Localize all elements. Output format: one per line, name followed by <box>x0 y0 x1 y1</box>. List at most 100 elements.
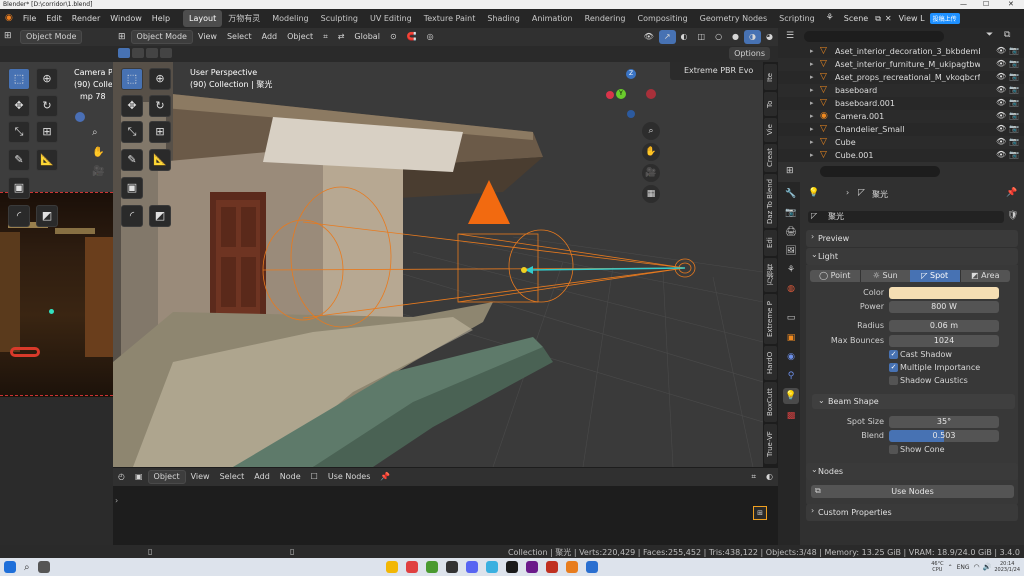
editor-type-icon[interactable]: ⊞ <box>4 31 12 41</box>
outliner-item-name[interactable]: Cube <box>835 138 980 147</box>
proportional-icon[interactable]: ◎ <box>422 30 439 44</box>
menu-window[interactable]: Window <box>105 9 147 28</box>
blender-logo-icon[interactable]: ◉ <box>0 9 18 28</box>
max-bounces-field[interactable]: 1024 <box>889 335 999 347</box>
shader-type-icon[interactable]: ▣ <box>130 470 148 484</box>
texture-tab-icon[interactable]: ▩ <box>783 408 799 424</box>
menu-help[interactable]: Help <box>147 9 175 28</box>
properties-search-input[interactable] <box>820 166 940 177</box>
file-explorer-icon[interactable] <box>386 561 399 573</box>
app-blue-icon[interactable] <box>586 561 599 573</box>
ortho-toggle-icon[interactable]: ▦ <box>642 185 660 203</box>
close-button[interactable]: ✕ <box>1008 0 1014 9</box>
datablock-browse-icon[interactable]: ◸ <box>811 211 817 220</box>
transform-orientation-icon[interactable]: ⇄ <box>333 30 350 44</box>
menu-render[interactable]: Render <box>67 9 105 28</box>
move-tool[interactable]: ✥ <box>121 95 143 117</box>
light-type-point[interactable]: ◯ Point <box>810 270 860 282</box>
bevel-tool[interactable]: ◜ <box>121 205 143 227</box>
tab-scripting[interactable]: Scripting <box>773 10 821 27</box>
rotate-tool[interactable]: ↻ <box>149 95 171 117</box>
show-cone-checkbox[interactable] <box>889 445 898 454</box>
outliner-item-name[interactable]: baseboard.001 <box>835 99 980 108</box>
power-field[interactable]: 800 W <box>889 301 999 313</box>
snap-node-icon[interactable]: ⌗ <box>747 470 762 484</box>
multiple-importance-checkbox[interactable]: ✓ <box>889 363 898 372</box>
outliner-row[interactable]: ▸ ▽ Cube.001 👁 📷 <box>778 149 1024 162</box>
render-camera-icon[interactable]: 📷 <box>1009 111 1019 120</box>
nodes-expand-icon[interactable]: ⌄ <box>811 465 818 474</box>
node-sidebar-icon[interactable]: ⊞ <box>753 506 767 520</box>
steam-icon[interactable] <box>446 561 459 573</box>
minimize-button[interactable]: — <box>960 0 967 9</box>
select-mode-subtract-icon[interactable] <box>146 48 158 58</box>
node-editor-canvas[interactable]: › ⊞ <box>113 486 778 545</box>
outliner-item-name[interactable]: Chandelier_Small <box>835 125 980 134</box>
outliner-row[interactable]: ▸ ▽ Aset_props_recreational_M_vkoqbcrfa_LC… <box>778 71 1024 84</box>
modifier-tab-icon[interactable]: ◉ <box>783 349 799 365</box>
blend-slider[interactable]: 0.503 <box>889 430 999 442</box>
visibility-eye-icon[interactable]: 👁 <box>996 46 1006 55</box>
left-mode-select[interactable]: Object Mode <box>20 30 83 44</box>
shading-wire-icon[interactable]: ○ <box>710 30 727 44</box>
tab-create[interactable]: Creat <box>764 144 777 172</box>
input-language[interactable]: ENG <box>957 564 970 571</box>
clock[interactable]: 20:14 2023/1/24 <box>994 561 1020 573</box>
tab-true-vfx[interactable]: True-VF <box>764 424 777 464</box>
tab-rendering[interactable]: Rendering <box>579 10 632 27</box>
tab-daz-to-blend[interactable]: Daz To Blend <box>764 174 777 228</box>
view-layer-tab-icon[interactable]: 🖼 <box>783 243 799 259</box>
visibility-eye-icon[interactable]: 👁 <box>996 85 1006 94</box>
output-tab-icon[interactable]: 🖨 <box>783 224 799 240</box>
tab-view[interactable]: Vie <box>764 118 777 142</box>
next-app-icon[interactable] <box>526 561 539 573</box>
render-camera-icon[interactable]: 📷 <box>1009 150 1019 159</box>
light-data-tab-icon[interactable]: 💡 <box>783 388 799 404</box>
measure-tool[interactable]: 📐 <box>149 149 171 171</box>
tab-modeling[interactable]: Modeling <box>266 10 314 27</box>
tab-boxcutter[interactable]: BoxCutt <box>764 382 777 422</box>
transform-orientation[interactable]: Global <box>349 30 385 44</box>
wifi-icon[interactable]: ◠ <box>974 563 980 571</box>
outliner-item-name[interactable]: baseboard <box>835 86 980 95</box>
expand-arrow-icon[interactable]: ▸ <box>810 151 814 159</box>
tab-layout[interactable]: Layout <box>183 10 223 27</box>
tab-item[interactable]: Ite <box>764 64 777 90</box>
color-swatch[interactable] <box>889 287 999 299</box>
options-button[interactable]: Options <box>729 47 770 60</box>
world-tab-icon[interactable]: ◍ <box>783 281 799 297</box>
new-scene-icon[interactable]: ⧉ <box>873 9 883 28</box>
scale-tool[interactable]: ⤡ <box>121 121 143 143</box>
expand-arrow-icon[interactable]: ▸ <box>810 138 814 146</box>
outliner-row[interactable]: ▸ ▽ Aset_interior_decoration_3_bkbdembw_L 👁… <box>778 45 1024 58</box>
expand-arrow-icon[interactable]: ▸ <box>810 99 814 107</box>
light-type-sun[interactable]: ☼ Sun <box>859 270 910 282</box>
zoom-icon[interactable]: ⌕ <box>642 122 660 140</box>
render-camera-icon[interactable]: 📷 <box>1009 46 1019 55</box>
select-box-tool[interactable]: ⬚ <box>121 68 143 90</box>
weather-widget[interactable]: 46°C CPU <box>931 561 943 573</box>
left-nav-gizmo-icon[interactable] <box>75 112 85 122</box>
tab-tool[interactable]: To <box>764 92 777 116</box>
upload-button[interactable]: 投稿上传 <box>929 13 960 24</box>
custom-properties-header[interactable]: Custom Properties <box>806 504 1018 521</box>
radius-field[interactable]: 0.06 m <box>889 320 999 332</box>
tab-extreme-pbr[interactable]: Extreme P <box>764 294 777 344</box>
light-type-area[interactable]: ◩ Area <box>959 270 1010 282</box>
epic-games-icon[interactable] <box>506 561 519 573</box>
outliner-row[interactable]: ▸ ◉ Camera.001 👁 📷 <box>778 110 1024 123</box>
pan-icon[interactable]: ✋ <box>642 143 660 161</box>
shading-solid-icon[interactable]: ● <box>727 30 744 44</box>
light-datablock-field[interactable]: 聚光 <box>808 211 1004 223</box>
tab-wanwu[interactable]: 万物有 <box>764 258 777 292</box>
expand-arrow-icon[interactable]: › <box>115 496 118 505</box>
left-scale-tool[interactable]: ⤡ <box>8 121 30 143</box>
object-tab-icon[interactable]: ▣ <box>783 330 799 346</box>
transform-tool[interactable]: ⊞ <box>149 121 171 143</box>
tab-sculpting[interactable]: Sculpting <box>315 10 364 27</box>
outliner-row[interactable]: ▸ ▽ baseboard.001 👁 📷 <box>778 97 1024 110</box>
node-editor-type-icon[interactable]: ◴ <box>113 470 130 484</box>
light-panel-header[interactable]: Light <box>806 248 1018 265</box>
pivot-icon[interactable]: ⊙ <box>385 30 402 44</box>
expand-arrow-icon[interactable]: ▸ <box>810 125 814 133</box>
